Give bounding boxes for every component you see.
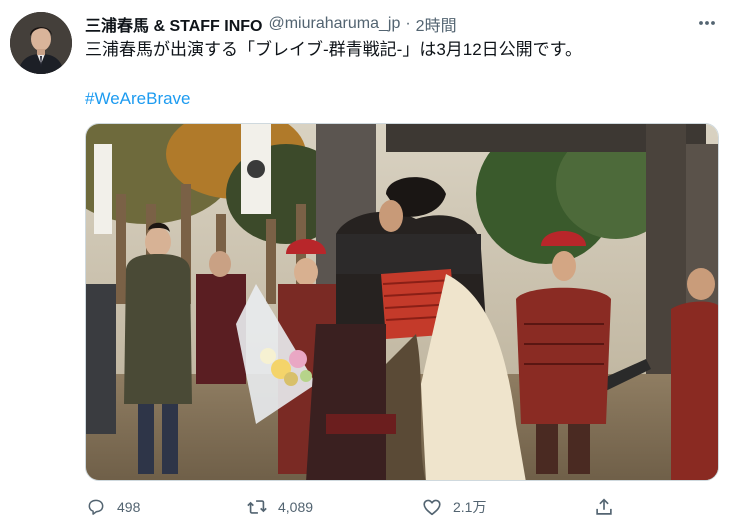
tweet-card[interactable]: 三浦春馬 & STAFF INFO @miuraharuma_jp · 2時間 … xyxy=(0,0,729,531)
share-icon xyxy=(593,496,615,518)
reply-button[interactable]: 498 xyxy=(85,490,140,524)
avatar-image xyxy=(10,12,72,74)
tweet-text: 三浦春馬が出演する「ブレイブ-群青戦記-」は3月12日公開です。 xyxy=(85,40,582,59)
tweet-header: 三浦春馬 & STAFF INFO @miuraharuma_jp · 2時間 xyxy=(85,13,457,35)
retweet-count: 4,089 xyxy=(278,499,314,515)
display-name[interactable]: 三浦春馬 & STAFF INFO xyxy=(85,12,262,36)
reply-icon xyxy=(85,496,107,518)
avatar[interactable] xyxy=(10,12,72,74)
tweet-photo[interactable] xyxy=(85,123,719,481)
hashtag-link[interactable]: #WeAreBrave xyxy=(85,87,191,111)
like-button[interactable]: 2.1万 xyxy=(421,490,486,524)
separator-dot: · xyxy=(405,15,411,32)
movie-scene-image xyxy=(86,124,718,480)
share-button[interactable] xyxy=(593,490,615,524)
timestamp[interactable]: 2時間 xyxy=(416,12,457,36)
like-count: 2.1万 xyxy=(453,499,487,515)
more-horizontal-icon xyxy=(696,12,718,34)
heart-icon xyxy=(421,496,443,518)
retweet-icon xyxy=(246,496,268,518)
more-options-button[interactable] xyxy=(690,10,724,36)
reply-count: 498 xyxy=(117,499,141,515)
retweet-button[interactable]: 4,089 xyxy=(246,490,313,524)
tweet-actions: 498 4,089 2.1万 xyxy=(85,490,725,524)
handle[interactable]: @miuraharuma_jp xyxy=(268,15,400,33)
